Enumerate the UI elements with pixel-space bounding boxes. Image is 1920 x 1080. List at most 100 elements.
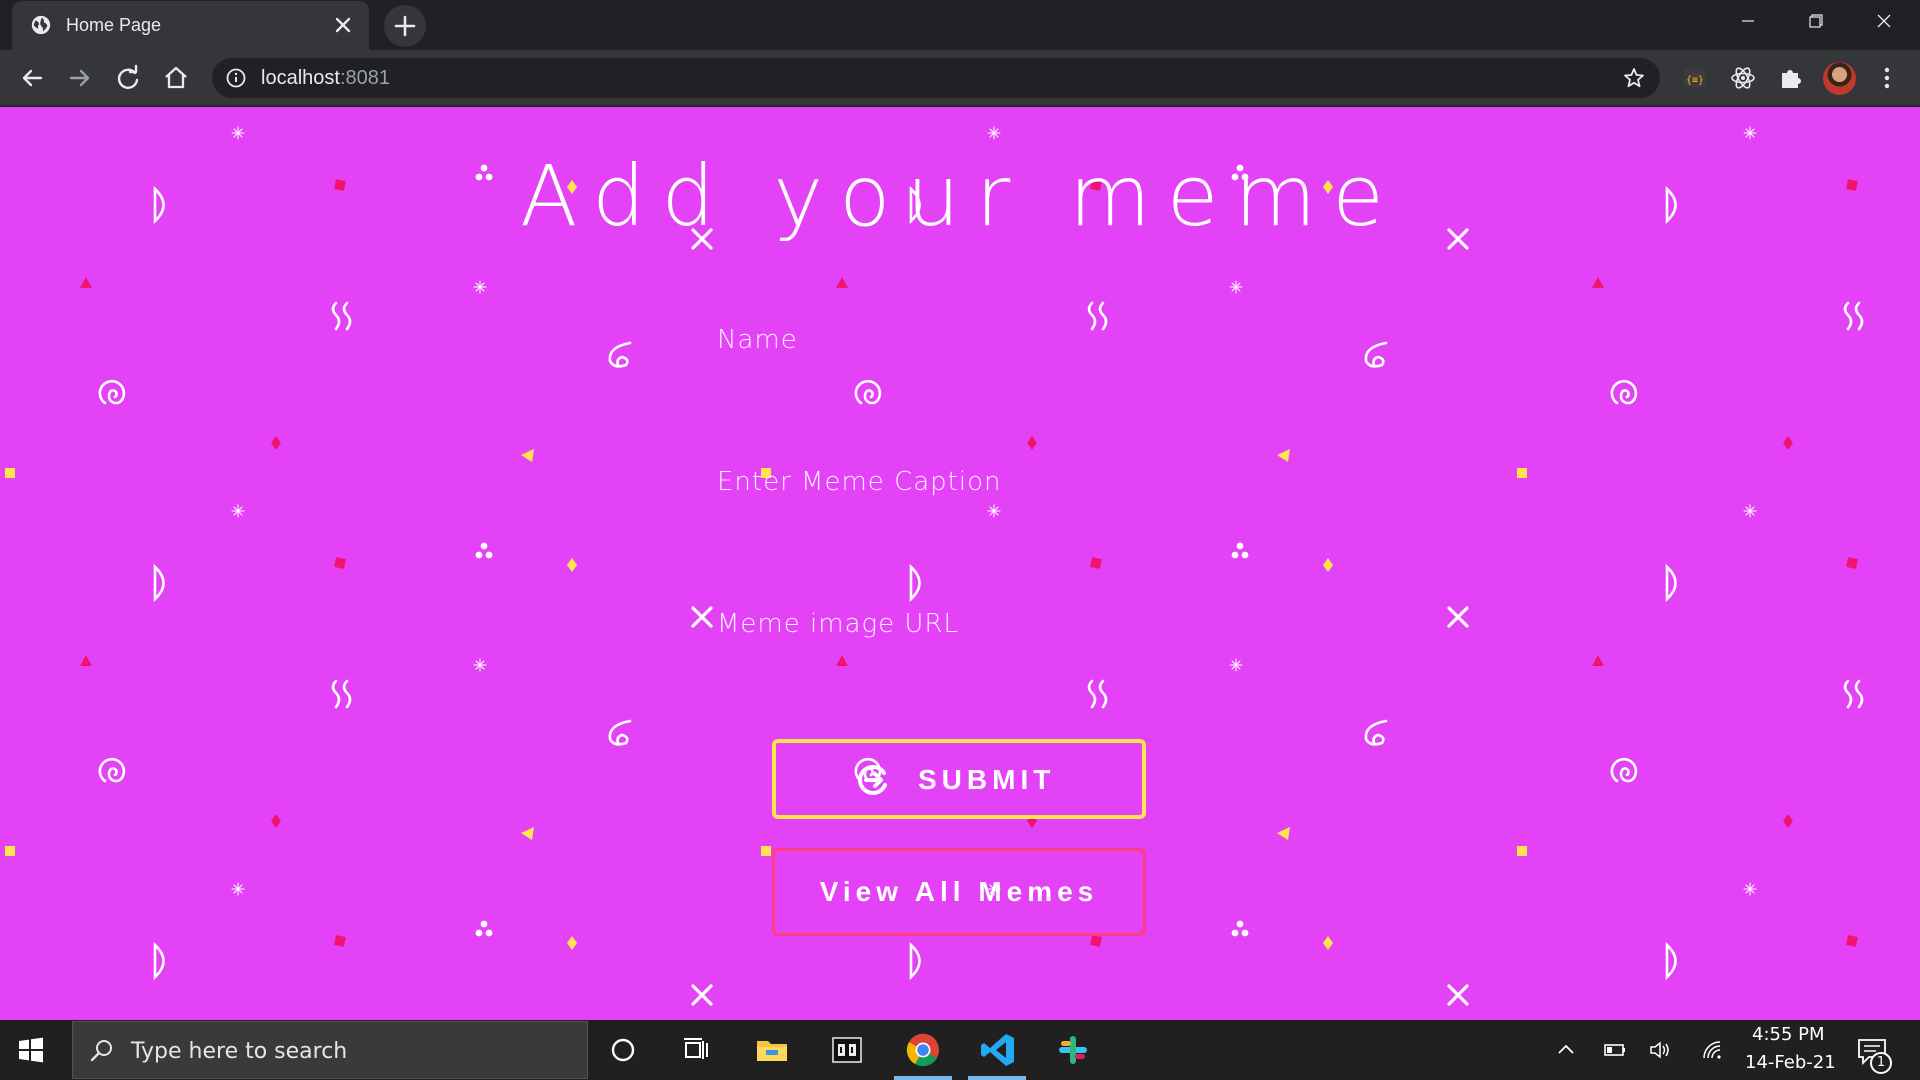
battery-icon[interactable] bbox=[1601, 1038, 1627, 1062]
view-all-label: View All Memes bbox=[819, 876, 1099, 907]
search-placeholder: Type here to search bbox=[131, 1039, 348, 1064]
pattern-wave bbox=[1843, 679, 1864, 709]
pattern-tri bbox=[836, 277, 848, 288]
forward-arrow-icon[interactable] bbox=[64, 62, 96, 94]
pattern-swirl bbox=[608, 341, 632, 368]
json-viewer-extension-icon[interactable]: {≡} bbox=[1680, 63, 1710, 93]
file-explorer-icon[interactable] bbox=[752, 1030, 792, 1070]
pattern-sparkle bbox=[1743, 126, 1757, 140]
pattern-spiral bbox=[1610, 379, 1638, 405]
pattern-tri bbox=[1592, 277, 1604, 288]
url-port: :8081 bbox=[339, 67, 390, 89]
restore-window-button[interactable] bbox=[1782, 0, 1850, 42]
name-input[interactable] bbox=[717, 311, 1247, 369]
pattern-swirl bbox=[1364, 341, 1388, 368]
info-icon[interactable] bbox=[225, 67, 247, 89]
pattern-wave bbox=[331, 679, 352, 709]
pattern-xmark bbox=[691, 606, 713, 628]
reload-icon[interactable] bbox=[112, 62, 144, 94]
search-icon bbox=[90, 1040, 112, 1062]
pattern-spiral bbox=[854, 379, 882, 405]
pattern-tri-y bbox=[1277, 449, 1290, 462]
page-title: Add your meme bbox=[520, 147, 1400, 245]
pattern-sq-y bbox=[1517, 468, 1527, 478]
taskbar-search-box[interactable]: Type here to search bbox=[72, 1021, 588, 1079]
pattern-crescent bbox=[153, 941, 165, 981]
profile-avatar[interactable] bbox=[1823, 62, 1856, 95]
chevron-up-icon[interactable] bbox=[1553, 1038, 1579, 1062]
pattern-wave bbox=[1843, 301, 1864, 331]
image-url-input[interactable] bbox=[717, 595, 1247, 653]
pattern-sparkle bbox=[231, 126, 245, 140]
url-field-wrapper bbox=[717, 595, 1247, 653]
pattern-square bbox=[1846, 935, 1858, 947]
task-view-icon[interactable] bbox=[676, 1030, 716, 1070]
pattern-square bbox=[334, 557, 346, 569]
vscode-icon[interactable] bbox=[978, 1030, 1018, 1070]
pattern-swirl bbox=[608, 719, 632, 746]
page-content: Add your meme SUBMIT View All Memes bbox=[0, 107, 1920, 1020]
pattern-dots bbox=[1231, 920, 1249, 937]
pattern-tri-y bbox=[521, 827, 534, 840]
bookmark-star-icon[interactable] bbox=[1622, 66, 1646, 90]
vscode-active-indicator bbox=[968, 1076, 1026, 1080]
caption-field-wrapper bbox=[717, 453, 1247, 511]
pattern-tri-y bbox=[1277, 827, 1290, 840]
close-icon[interactable] bbox=[331, 13, 355, 37]
pattern-spiral bbox=[98, 757, 126, 783]
back-arrow-icon[interactable] bbox=[16, 62, 48, 94]
url-text[interactable]: localhost:8081 bbox=[261, 67, 390, 90]
screen-recorder-app-icon[interactable] bbox=[827, 1030, 867, 1070]
pattern-wave bbox=[331, 301, 352, 331]
pattern-xmark bbox=[1447, 606, 1469, 628]
chrome-active-indicator bbox=[894, 1076, 952, 1080]
pattern-diamond bbox=[1027, 436, 1037, 450]
pattern-sq-y bbox=[5, 468, 15, 478]
chrome-icon[interactable] bbox=[903, 1030, 943, 1070]
address-bar[interactable]: localhost:8081 bbox=[212, 58, 1660, 98]
svg-text:{≡}: {≡} bbox=[1686, 75, 1704, 86]
pattern-swirl bbox=[1364, 719, 1388, 746]
pattern-diamond bbox=[271, 814, 281, 828]
submit-button[interactable]: SUBMIT bbox=[772, 739, 1146, 819]
browser-tab[interactable]: Home Page bbox=[12, 1, 369, 51]
wifi-icon[interactable] bbox=[1700, 1038, 1726, 1062]
new-tab-button[interactable] bbox=[384, 5, 426, 47]
caption-input[interactable] bbox=[717, 453, 1247, 511]
pattern-sparkle bbox=[1229, 280, 1243, 294]
more-vertical-icon[interactable] bbox=[1872, 63, 1902, 93]
clock-time[interactable]: 4:55 PM bbox=[1752, 1024, 1825, 1045]
pattern-sparkle bbox=[473, 658, 487, 672]
pattern-tri bbox=[1592, 655, 1604, 666]
pattern-square bbox=[1846, 557, 1858, 569]
slack-icon[interactable] bbox=[1053, 1030, 1093, 1070]
tab-title: Home Page bbox=[66, 15, 162, 35]
pattern-diamond-y bbox=[1323, 936, 1333, 950]
close-window-button[interactable] bbox=[1850, 0, 1918, 42]
home-icon[interactable] bbox=[160, 62, 192, 94]
pattern-diamond bbox=[1783, 436, 1793, 450]
pattern-dots bbox=[475, 920, 493, 937]
pattern-sq-y bbox=[1517, 846, 1527, 856]
react-devtools-icon[interactable] bbox=[1728, 63, 1758, 93]
pattern-diamond-y bbox=[567, 936, 577, 950]
extensions-puzzle-icon[interactable] bbox=[1776, 63, 1806, 93]
pattern-sq-y bbox=[5, 846, 15, 856]
pattern-square bbox=[1090, 557, 1102, 569]
pattern-xmark bbox=[691, 984, 713, 1006]
cortana-icon[interactable] bbox=[603, 1030, 643, 1070]
view-all-memes-button[interactable]: View All Memes bbox=[772, 848, 1146, 936]
windows-start-icon[interactable] bbox=[18, 1037, 44, 1063]
volume-icon[interactable] bbox=[1648, 1038, 1674, 1062]
pattern-sparkle bbox=[987, 126, 1001, 140]
clock-date[interactable]: 14-Feb-21 bbox=[1745, 1052, 1836, 1073]
pattern-sparkle bbox=[473, 280, 487, 294]
pattern-wave bbox=[1087, 679, 1108, 709]
minimize-window-button[interactable] bbox=[1714, 0, 1782, 42]
pattern-crescent bbox=[153, 563, 165, 603]
pattern-spiral bbox=[1610, 757, 1638, 783]
pattern-tri bbox=[80, 277, 92, 288]
pattern-sparkle bbox=[1743, 882, 1757, 896]
notification-count-badge: 1 bbox=[1870, 1052, 1892, 1074]
pattern-dots bbox=[475, 542, 493, 559]
